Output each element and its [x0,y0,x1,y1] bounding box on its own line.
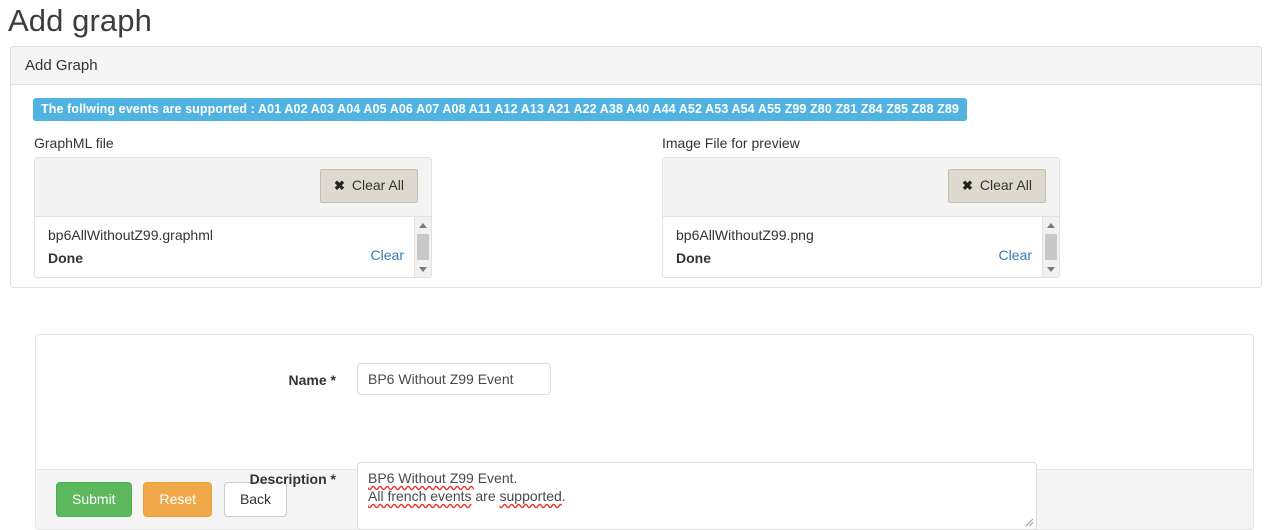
upload-row: GraphML file ✖ Clear All bp6AllWithoutZ99… [23,135,1249,287]
graphml-upload-column: GraphML file ✖ Clear All bp6AllWithoutZ99… [34,135,432,278]
name-input[interactable] [357,363,551,395]
panel-body: The follwing events are supported : A01 … [11,85,1261,287]
name-form-group: Name * [36,351,1253,391]
supported-events-banner: The follwing events are supported : A01 … [33,98,967,121]
description-line-1-rest: Event. [474,470,518,486]
image-file-list: bp6AllWithoutZ99.png Done Clear [663,217,1059,277]
graphml-upload-box: ✖ Clear All bp6AllWithoutZ99.graphml Done… [34,157,432,278]
image-upload-column: Image File for preview ✖ Clear All bp6All… [662,135,1060,278]
image-upload-label: Image File for preview [662,135,1060,151]
graphml-clear-all-label: Clear All [352,177,404,193]
graphml-file-name: bp6AllWithoutZ99.graphml [48,227,411,244]
image-clear-file-link[interactable]: Clear [999,247,1032,263]
x-icon: ✖ [334,178,345,193]
description-line-2-misspelled-a: All french events [368,488,472,504]
scroll-down-arrow-icon[interactable] [415,262,431,276]
graphml-clear-all-button[interactable]: ✖ Clear All [320,169,418,203]
graphml-dropzone[interactable]: ✖ Clear All [35,158,431,217]
description-line-1: BP6 Without Z99 Event. [368,469,1026,487]
scrollbar-thumb[interactable] [1045,234,1057,260]
image-list-scrollbar[interactable] [1042,217,1059,277]
graphml-list-scrollbar[interactable] [414,217,431,277]
list-item: bp6AllWithoutZ99.graphml Done [48,227,411,267]
panel-heading: Add Graph [11,47,1261,85]
scrollbar-thumb[interactable] [417,234,429,260]
scroll-down-arrow-icon[interactable] [1043,262,1059,276]
name-label: Name * [36,370,336,390]
graphml-file-list: bp6AllWithoutZ99.graphml Done Clear [35,217,431,277]
description-line-2-misspelled-b: supported [500,488,562,504]
description-line-2: All french events are supported. [368,487,1026,505]
scroll-up-arrow-icon[interactable] [415,218,431,232]
graphml-upload-label: GraphML file [34,135,432,151]
form-body: Name * Description * BP6 Without Z99 Eve… [36,335,1253,469]
add-graph-panel: Add Graph The follwing events are suppor… [10,46,1262,288]
x-icon: ✖ [962,178,973,193]
list-item: bp6AllWithoutZ99.png Done [676,227,1039,267]
image-clear-all-label: Clear All [980,177,1032,193]
description-form-group: Description * BP6 Without Z99 Event. All… [36,403,1253,443]
resize-grip-icon[interactable] [1022,515,1034,527]
scroll-up-arrow-icon[interactable] [1043,218,1059,232]
page-title: Add graph [0,0,1272,38]
graphml-file-status: Done [48,250,411,267]
graph-details-form: Name * Description * BP6 Without Z99 Eve… [35,334,1254,530]
image-file-status: Done [676,250,1039,267]
image-dropzone[interactable]: ✖ Clear All [663,158,1059,217]
image-file-name: bp6AllWithoutZ99.png [676,227,1039,244]
description-label: Description * [36,469,336,489]
description-textarea[interactable]: BP6 Without Z99 Event. All french events… [357,462,1037,530]
description-line-2-end: . [562,488,566,504]
description-line-2-mid: are [472,488,500,504]
description-line-1-misspelled: BP6 Without Z99 [368,470,474,486]
image-upload-box: ✖ Clear All bp6AllWithoutZ99.png Done Cle… [662,157,1060,278]
image-clear-all-button[interactable]: ✖ Clear All [948,169,1046,203]
graphml-clear-file-link[interactable]: Clear [371,247,404,263]
